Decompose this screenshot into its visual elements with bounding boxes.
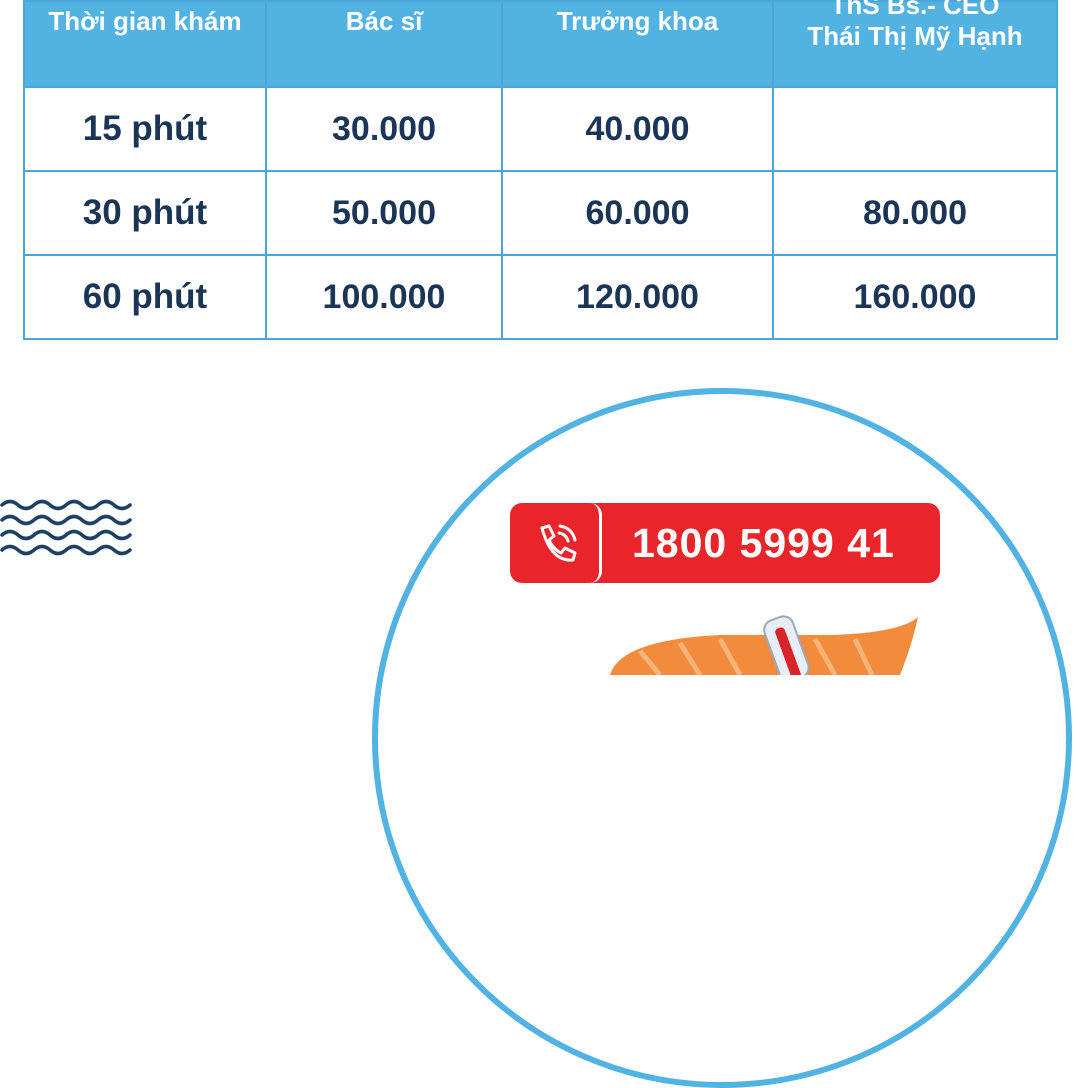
cell-ceo-price	[772, 86, 1058, 172]
header-head-of-department: Trưởng khoa	[501, 0, 774, 88]
header-ceo: ThS Bs.- CEO Thái Thị Mỹ Hạnh	[772, 0, 1058, 88]
decorative-circle	[372, 388, 1072, 1088]
phone-icon	[510, 503, 602, 583]
cell-duration: 30 phút	[23, 170, 267, 256]
table-row: 30 phút 50.000 60.000 80.000	[23, 170, 1058, 256]
cell-duration: 60 phút	[23, 254, 267, 340]
header-ceo-title: ThS Bs.- CEO	[830, 0, 1000, 20]
cell-doctor-price: 50.000	[265, 170, 503, 256]
header-ceo-name: Thái Thị Mỹ Hạnh	[807, 21, 1023, 52]
cell-duration: 15 phút	[23, 86, 267, 172]
header-doctor: Bác sĩ	[265, 0, 503, 88]
price-table: Thời gian khám Bác sĩ Trưởng khoa ThS Bs…	[23, 0, 1058, 340]
cell-doctor-price: 100.000	[265, 254, 503, 340]
table-row: 60 phút 100.000 120.000 160.000	[23, 254, 1058, 340]
table-header-row: Thời gian khám Bác sĩ Trưởng khoa ThS Bs…	[23, 0, 1058, 88]
table-row: 15 phút 30.000 40.000	[23, 86, 1058, 172]
cell-head-price: 60.000	[501, 170, 774, 256]
thermometer-illustration	[610, 615, 918, 675]
hotline-badge[interactable]: 1800 5999 41	[510, 503, 940, 583]
cell-ceo-price: 80.000	[772, 170, 1058, 256]
cell-head-price: 120.000	[501, 254, 774, 340]
hotline-number[interactable]: 1800 5999 41	[602, 520, 895, 567]
header-duration: Thời gian khám	[23, 0, 267, 88]
waves-icon	[0, 499, 132, 556]
cell-head-price: 40.000	[501, 86, 774, 172]
cell-doctor-price: 30.000	[265, 86, 503, 172]
cell-ceo-price: 160.000	[772, 254, 1058, 340]
